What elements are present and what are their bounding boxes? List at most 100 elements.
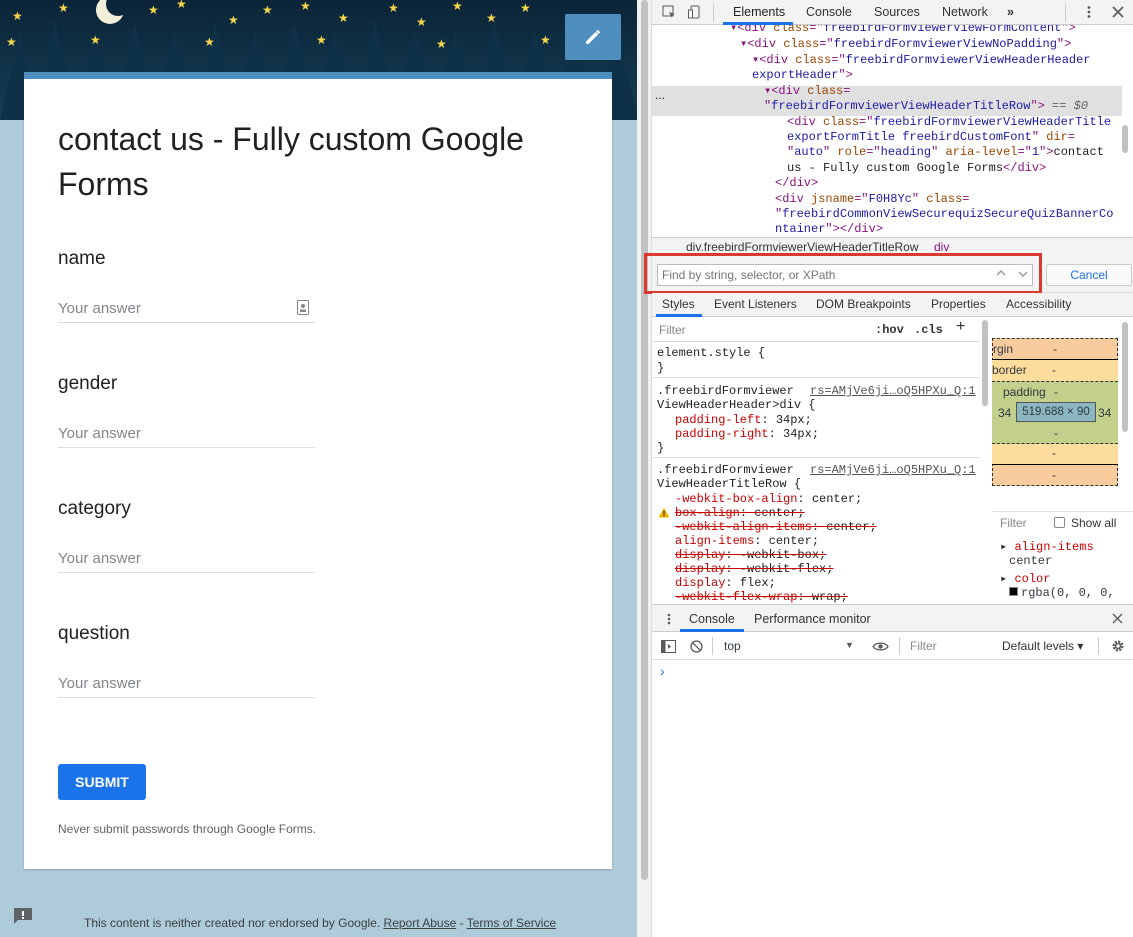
eye-icon[interactable]	[872, 641, 889, 652]
computed-prop-row[interactable]: ▸ align-items	[1000, 540, 1115, 554]
styles-pane: Filter :hov .cls + element.style { } .fr…	[652, 318, 980, 604]
styles-scroll-thumb[interactable]	[982, 320, 988, 406]
more-tabs-chevron-icon[interactable]: »	[1007, 5, 1014, 19]
tab-console[interactable]: Console	[806, 5, 852, 19]
contact-card-icon[interactable]	[297, 300, 309, 315]
rule1-source-link[interactable]: rs=AMjVe6ji…oQ5HPXu_Q:1	[810, 384, 976, 398]
style-property-overridden[interactable]: box-align: center;	[675, 506, 805, 520]
style-property-overridden[interactable]: -webkit-align-items: center;	[675, 520, 877, 534]
tab-elements[interactable]: Elements	[733, 5, 785, 19]
question-input[interactable]: Your answer	[58, 674, 315, 698]
add-style-rule-button[interactable]: +	[956, 318, 965, 334]
subtab-dom-breakpoints[interactable]: DOM Breakpoints	[816, 297, 911, 311]
context-selector[interactable]: top	[724, 639, 741, 653]
active-subtab-indicator	[656, 314, 702, 317]
show-all-checkbox[interactable]	[1054, 517, 1065, 528]
show-all-label: Show all	[1071, 516, 1117, 530]
style-property-overridden[interactable]: -webkit-flex-wrap: wrap;	[675, 590, 848, 604]
computed-prop-row[interactable]: ▸ color	[1000, 572, 1115, 586]
inspect-element-icon[interactable]	[662, 5, 676, 19]
footer-disclaimer: This content is neither created nor endo…	[84, 916, 381, 930]
computed-prop-value: rgba(0, 0, 0,	[1000, 586, 1115, 600]
style-property-overridden[interactable]: display: -webkit-box;	[675, 548, 826, 562]
submit-button[interactable]: SUBMIT	[58, 764, 146, 800]
device-toolbar-icon[interactable]	[688, 5, 702, 19]
svg-text:★: ★	[388, 1, 399, 15]
toolbar-separator	[712, 637, 713, 655]
terms-of-service-link[interactable]: Terms of Service	[467, 916, 556, 930]
dom-node-close[interactable]: </div>	[775, 176, 818, 191]
dom-search-input[interactable]: Find by string, selector, or XPath	[657, 264, 1033, 286]
rule2-selector[interactable]: .freebirdFormviewer	[657, 463, 794, 477]
name-input[interactable]: Your answer	[58, 299, 315, 323]
style-property[interactable]: padding-left: 34px;	[675, 413, 812, 427]
rule2-source-link[interactable]: rs=AMjVe6ji…oQ5HPXu_Q:1	[810, 463, 976, 477]
page-scroll-thumb[interactable]	[641, 0, 648, 880]
devtools-tab-bar: Elements Console Sources Network »	[652, 0, 1133, 25]
category-input[interactable]: Your answer	[58, 549, 315, 573]
edit-form-button[interactable]	[565, 14, 621, 60]
breadcrumb-item[interactable]: div	[934, 240, 949, 253]
color-swatch[interactable]	[1009, 587, 1018, 596]
drawer-tab-console[interactable]: Console	[689, 612, 735, 626]
style-property[interactable]: -webkit-box-align: center;	[675, 492, 862, 506]
breadcrumb-item[interactable]: div.freebirdFormviewerViewHeaderTitleRow	[686, 240, 919, 253]
dom-search-bar: Find by string, selector, or XPath Cance…	[644, 253, 1133, 294]
context-dropdown-icon[interactable]: ▼	[845, 640, 854, 650]
dom-tree-scroll-thumb[interactable]	[1122, 125, 1128, 153]
class-toggle[interactable]: .cls	[914, 323, 943, 337]
dom-node[interactable]: ▾<div class="freebirdFormviewerViewNoPad…	[740, 37, 1071, 52]
console-sidebar-icon[interactable]	[661, 640, 676, 653]
feedback-icon[interactable]	[12, 906, 34, 926]
log-levels-dropdown[interactable]: Default levels ▾	[1002, 639, 1083, 653]
dom-node-selected[interactable]: ▾<div class=	[764, 84, 850, 99]
computed-scroll-thumb[interactable]	[1122, 322, 1128, 432]
style-property[interactable]: align-items: center;	[675, 534, 819, 548]
form-page: ★ ★ ★ ★ ★ ★ ★ ★ ★ ★ ★ ★ ★ ★ ★ ★ ★ ★ ★ contact us - F…	[0, 0, 637, 937]
styles-filter-input[interactable]: Filter	[659, 323, 686, 337]
kebab-menu-icon[interactable]	[1082, 5, 1096, 19]
search-prev-icon[interactable]	[996, 268, 1006, 278]
subtab-event-listeners[interactable]: Event Listeners	[714, 297, 797, 311]
svg-text:★: ★	[540, 33, 551, 47]
tab-sources[interactable]: Sources	[874, 5, 920, 19]
dom-node-cont: us - Fully custom Google Forms</div>	[787, 161, 1047, 175]
clear-console-icon[interactable]	[690, 640, 703, 653]
box-margin-value: -	[1053, 342, 1057, 356]
box-padding-right: 34	[1098, 406, 1112, 420]
drawer-tab-performance-monitor[interactable]: Performance monitor	[754, 612, 871, 626]
search-next-icon[interactable]	[1018, 269, 1028, 279]
search-cancel-button[interactable]: Cancel	[1046, 264, 1132, 286]
close-devtools-icon[interactable]	[1111, 5, 1125, 19]
style-property[interactable]: display: flex;	[675, 576, 776, 590]
dom-node[interactable]: ▾<div class="freebirdFormviewerViewHeade…	[752, 53, 1091, 68]
svg-text:★: ★	[228, 13, 239, 27]
dom-node[interactable]: <div class="freebirdFormviewerViewHeader…	[787, 115, 1111, 130]
close-drawer-icon[interactable]	[1112, 613, 1123, 624]
tab-network[interactable]: Network	[942, 5, 988, 19]
console-prompt-chevron[interactable]: ›	[660, 663, 665, 679]
box-margin-label: rgin	[993, 342, 1014, 356]
svg-text:★: ★	[6, 35, 17, 49]
hover-state-toggle[interactable]: :hov	[875, 323, 904, 337]
gender-input[interactable]: Your answer	[58, 424, 315, 448]
dom-node[interactable]: ▾<div class="freebirdFormviewerViewFormC…	[730, 25, 1076, 36]
question-gender-label: gender	[58, 373, 118, 394]
element-style-rule[interactable]: element.style {	[657, 346, 765, 360]
console-settings-gear-icon[interactable]	[1111, 639, 1125, 653]
subtab-properties[interactable]: Properties	[931, 297, 986, 311]
rule1-selector[interactable]: .freebirdFormviewer	[657, 384, 794, 398]
box-padding-label: padding	[1003, 385, 1046, 399]
subtab-styles[interactable]: Styles	[662, 297, 695, 311]
style-property-overridden[interactable]: display: -webkit-flex;	[675, 562, 833, 576]
drawer-menu-icon[interactable]	[666, 613, 672, 625]
style-property[interactable]: padding-right: 34px;	[675, 427, 819, 441]
console-filter-input[interactable]: Filter	[910, 639, 937, 653]
page-scrollbar[interactable]	[637, 0, 652, 937]
computed-filter-input[interactable]: Filter	[1000, 516, 1027, 530]
dom-node[interactable]: <div jsname="F0H8Yc" class=	[775, 192, 969, 207]
dom-ellipsis[interactable]: ...	[655, 88, 665, 103]
subtab-accessibility[interactable]: Accessibility	[1006, 297, 1071, 311]
console-drawer-tabs: Console Performance monitor	[652, 605, 1133, 632]
report-abuse-link[interactable]: Report Abuse	[384, 916, 457, 930]
